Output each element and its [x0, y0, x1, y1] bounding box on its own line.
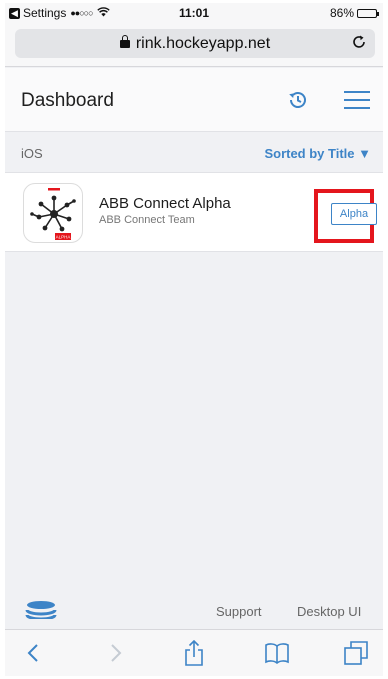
tabs-icon[interactable] — [343, 640, 369, 666]
phone-screen: ◀ Settings ●●○○○ 11:01 86% rink.hockeyap… — [5, 3, 383, 676]
menu-line — [344, 91, 370, 93]
desktop-ui-link[interactable]: Desktop UI — [297, 604, 361, 619]
forward-chevron-icon[interactable] — [102, 640, 128, 666]
page-title: Dashboard — [21, 90, 114, 111]
app-icon[interactable]: ALPHA — [23, 183, 83, 243]
platform-label: iOS — [21, 146, 43, 161]
menu-line — [344, 107, 370, 109]
menu-line — [344, 99, 370, 101]
app-name[interactable]: ABB Connect Alpha — [99, 195, 231, 212]
reload-icon[interactable] — [351, 34, 367, 55]
status-bar: ◀ Settings ●●○○○ 11:01 86% — [5, 3, 383, 23]
history-icon[interactable] — [286, 88, 310, 112]
battery-icon — [357, 8, 379, 18]
section-header: iOS Sorted by Title ▼ — [5, 134, 383, 172]
status-right: 86% — [329, 6, 379, 20]
hamburger-menu-icon[interactable] — [344, 91, 370, 109]
browser-toolbar — [5, 629, 383, 676]
url-text: rink.hockeyapp.net — [135, 35, 271, 52]
clock: 11:01 — [178, 6, 210, 20]
app-team: ABB Connect Team — [99, 214, 195, 226]
release-channel-badge[interactable]: Alpha — [331, 203, 377, 225]
back-chevron-icon[interactable] — [21, 640, 47, 666]
browser-address-area: rink.hockeyapp.net — [5, 23, 383, 67]
support-link[interactable]: Support — [216, 604, 262, 619]
sort-dropdown[interactable]: Sorted by Title ▼ — [264, 146, 371, 161]
battery-percent: 86% — [329, 6, 354, 20]
lock-icon — [119, 35, 130, 48]
address-bar[interactable]: rink.hockeyapp.net — [15, 29, 375, 58]
list-item[interactable]: ALPHA ABB Connect Alpha ABB Connect Team… — [5, 172, 383, 252]
url-display[interactable]: rink.hockeyapp.net — [15, 35, 375, 53]
share-icon[interactable] — [181, 640, 207, 666]
page-footer: Support Desktop UI — [5, 593, 383, 629]
hockeyapp-logo-icon[interactable] — [25, 599, 57, 621]
icon-badge-text: ALPHA — [56, 235, 71, 240]
app-header: Dashboard — [5, 68, 383, 132]
bookmarks-icon[interactable] — [264, 640, 290, 666]
